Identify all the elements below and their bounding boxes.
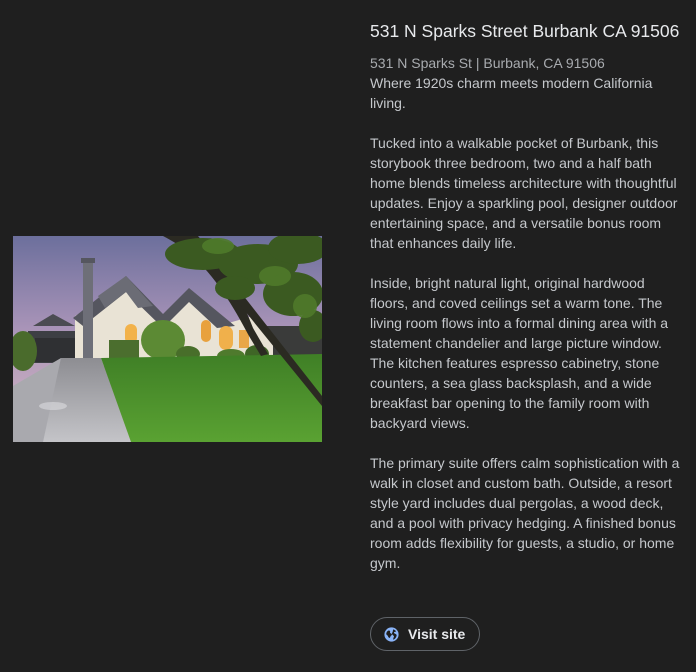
description-paragraph-2: Inside, bright natural light, original h… [370,275,669,431]
address-line: 531 N Sparks St | Burbank, CA 91506 [370,55,605,71]
visit-site-label: Visit site [408,626,466,642]
listing-tagline: Where 1920s charm meets modern Californi… [370,75,653,111]
visit-site-button[interactable]: Visit site [370,617,481,651]
description-paragraph-3: The primary suite offers calm sophistica… [370,455,680,571]
description-paragraph-1: Tucked into a walkable pocket of Burbank… [370,135,678,251]
listing-title: 531 N Sparks Street Burbank CA 91506 [370,21,680,41]
house-illustration [13,236,322,442]
listing-details: 531 N Sparks Street Burbank CA 91506 531… [370,19,682,573]
house-photo[interactable] [13,236,322,442]
globe-icon [383,626,400,643]
